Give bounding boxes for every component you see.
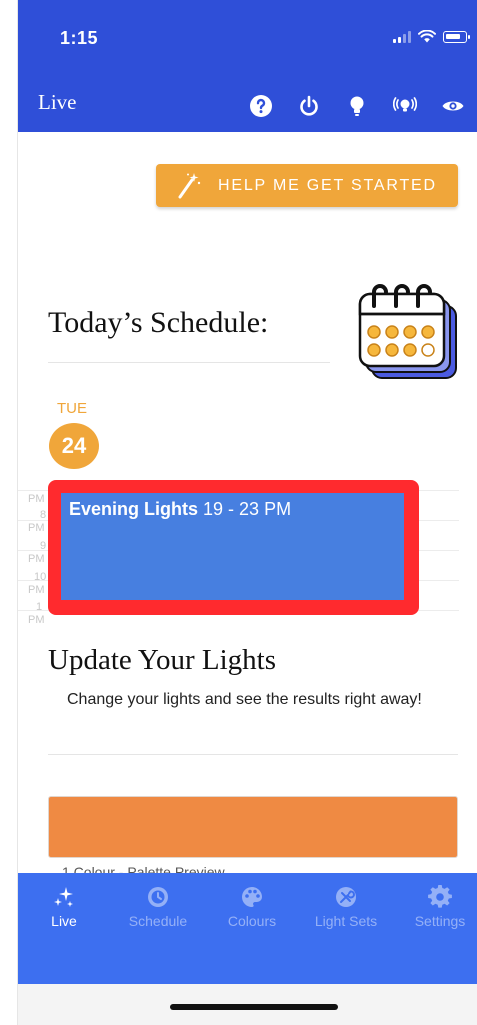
tab-schedule-label: Schedule bbox=[128, 913, 188, 929]
page-title: Live bbox=[38, 90, 77, 114]
eye-icon[interactable] bbox=[429, 86, 477, 126]
tab-light-sets[interactable]: Light Sets bbox=[300, 885, 392, 929]
home-indicator-area bbox=[18, 984, 477, 1025]
status-bar: 1:15 bbox=[18, 0, 477, 80]
timeline-label: PM bbox=[28, 493, 45, 505]
magic-wand-icon bbox=[178, 172, 201, 198]
tab-settings[interactable]: Settings bbox=[394, 885, 477, 929]
tab-live-label: Live bbox=[51, 913, 77, 929]
appbar-actions bbox=[237, 80, 477, 132]
tab-light-sets-label: Light Sets bbox=[314, 913, 378, 929]
tab-colours[interactable]: Colours bbox=[206, 885, 298, 929]
schedule-divider bbox=[48, 362, 330, 363]
tab-settings-label: Settings bbox=[414, 913, 466, 929]
timeline-label: 10 bbox=[34, 571, 47, 583]
timeline-label: PM bbox=[28, 553, 45, 565]
tools-icon bbox=[336, 887, 356, 907]
battery-icon bbox=[443, 30, 470, 43]
help-me-get-started-button[interactable]: HELP ME GET STARTED bbox=[156, 164, 458, 207]
todays-schedule-heading: Today’s Schedule: bbox=[48, 306, 269, 339]
timeline-label: PM bbox=[28, 584, 45, 596]
timeline-label: PM bbox=[28, 614, 45, 626]
power-icon[interactable] bbox=[285, 86, 333, 126]
screen-edge bbox=[0, 0, 18, 1025]
update-lights-description: Change your lights and see the results r… bbox=[67, 691, 422, 708]
palette-icon bbox=[242, 887, 262, 907]
timeline-label: 1 bbox=[36, 601, 43, 613]
help-icon[interactable] bbox=[237, 86, 285, 126]
status-icons bbox=[393, 30, 470, 43]
tab-colours-label: Colours bbox=[227, 913, 277, 929]
tab-live[interactable]: Live bbox=[18, 885, 110, 929]
clock-icon bbox=[148, 887, 168, 907]
broadcast-bulb-icon[interactable] bbox=[381, 86, 429, 126]
cellular-signal-icon bbox=[393, 30, 411, 43]
app-screen: 1:15 Live HELP ME GET STARTED Today’s Sc… bbox=[0, 0, 477, 1025]
event-title: Evening Lights 19 - 23 PM bbox=[69, 499, 291, 520]
day-number-badge[interactable]: 24 bbox=[49, 423, 99, 469]
help-button-label: HELP ME GET STARTED bbox=[218, 176, 437, 194]
event-time: 19 - 23 PM bbox=[203, 499, 292, 519]
wifi-icon bbox=[418, 30, 436, 43]
gear-icon bbox=[428, 885, 452, 908]
bulb-icon[interactable] bbox=[333, 86, 381, 126]
status-time: 1:15 bbox=[60, 28, 99, 48]
sparkles-icon bbox=[54, 887, 73, 907]
update-lights-heading: Update Your Lights bbox=[48, 644, 276, 676]
home-indicator[interactable] bbox=[170, 1004, 338, 1010]
update-divider bbox=[48, 754, 458, 755]
day-name: TUE bbox=[57, 400, 87, 417]
app-bar: Live bbox=[18, 80, 477, 132]
bottom-tab-bar: Live Schedule Colours Light Sets Setting… bbox=[18, 873, 477, 984]
screen-edge-line bbox=[17, 0, 18, 1025]
tab-schedule[interactable]: Schedule bbox=[112, 885, 204, 929]
timeline-label: PM bbox=[28, 522, 45, 534]
palette-preview[interactable] bbox=[48, 796, 458, 858]
calendar-icon bbox=[358, 284, 457, 379]
event-name: Evening Lights bbox=[69, 499, 199, 519]
timeline-label: 8 bbox=[40, 509, 47, 521]
timeline-label: 9 bbox=[40, 540, 47, 552]
evening-lights-event[interactable]: Evening Lights 19 - 23 PM bbox=[61, 493, 404, 600]
